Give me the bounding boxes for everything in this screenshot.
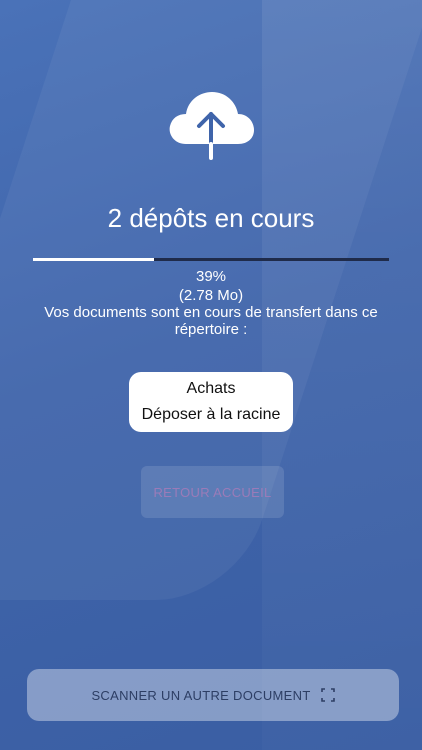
page-title: 2 dépôts en cours [107, 203, 315, 233]
scan-another-document-button[interactable]: SCANNER UN AUTRE DOCUMENT [27, 669, 399, 721]
destination-folder-card[interactable]: Achats Déposer à la racine [129, 372, 293, 432]
destination-root-option[interactable]: Déposer à la racine [142, 406, 281, 424]
back-home-button[interactable]: RETOUR ACCUEIL [141, 466, 284, 518]
cloud-upload-icon [169, 92, 254, 160]
upload-progress-fill [33, 258, 155, 261]
scan-button-label: SCANNER UN AUTRE DOCUMENT [91, 687, 311, 703]
upload-progress-bar [33, 258, 389, 261]
scan-frame-icon [320, 688, 335, 702]
progress-size: (2.78 Mo) [178, 287, 244, 304]
progress-description: Vos documents sont en cours de transfert… [44, 304, 378, 338]
destination-folder-name: Achats [186, 380, 236, 397]
progress-percent: 39% [195, 268, 227, 285]
